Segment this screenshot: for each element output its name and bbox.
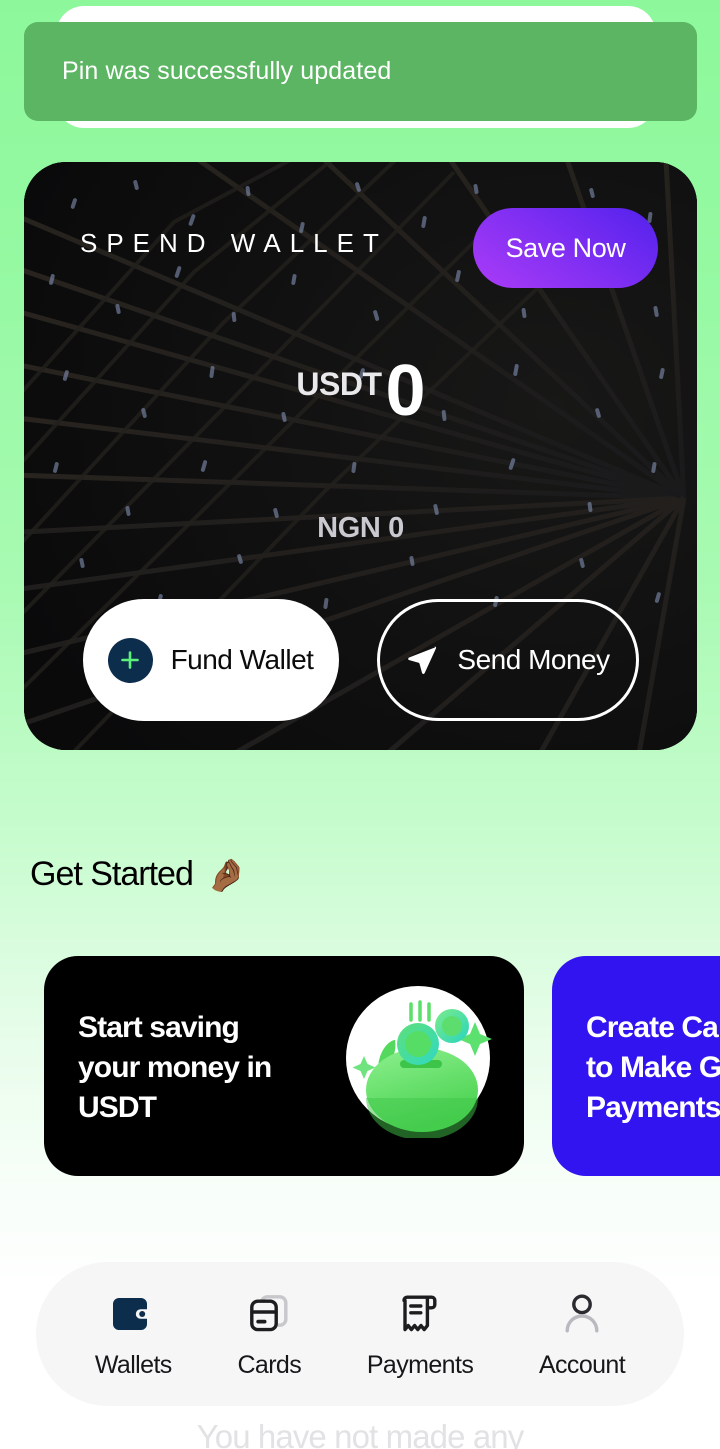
promo-carousel[interactable]: Start saving your money in USDT Create C…	[44, 956, 720, 1176]
toast-notification: Pin was successfully updated	[24, 22, 697, 121]
nav-label-payments: Payments	[366, 1351, 474, 1379]
ngn-balance: NGN 0	[317, 512, 404, 544]
wallet-icon	[109, 1288, 157, 1340]
pinched-fingers-icon: 🤌🏾	[206, 856, 247, 893]
promo-card-cards[interactable]: Create Cards to Make Global Payments	[552, 956, 720, 1176]
nav-item-account[interactable]: Account	[538, 1288, 626, 1380]
empty-state-text: You have not made any	[196, 1418, 525, 1449]
person-icon	[558, 1288, 606, 1340]
nav-item-cards[interactable]: Cards	[237, 1288, 302, 1380]
promo-card-savings[interactable]: Start saving your money in USDT	[44, 956, 524, 1176]
piggy-bank-icon	[338, 978, 498, 1140]
bottom-navigation: Wallets Cards Payments Account	[36, 1262, 684, 1406]
send-money-button[interactable]: Send Money	[376, 599, 639, 721]
plus-icon	[107, 637, 153, 683]
send-icon	[405, 643, 439, 677]
nav-label-wallets: Wallets	[94, 1351, 172, 1379]
nav-item-wallets[interactable]: Wallets	[95, 1288, 172, 1380]
nav-label-cards: Cards	[237, 1351, 302, 1379]
nav-label-account: Account	[538, 1351, 626, 1379]
usdt-balance-amount: 0	[385, 351, 426, 431]
cards-icon	[245, 1288, 293, 1340]
fund-wallet-button[interactable]: Fund Wallet	[82, 599, 339, 721]
promo-card-cards-title: Create Cards to Make Global Payments	[586, 1011, 720, 1124]
get-started-heading: Get Started 🤌🏾	[30, 855, 247, 894]
spend-wallet-card: SPEND WALLET Save Now USDT 0 NGN 0 Fund …	[24, 162, 697, 750]
save-now-button[interactable]: Save Now	[473, 208, 658, 288]
toast-message: Pin was successfully updated	[62, 57, 392, 85]
promo-card-savings-title: Start saving your money in USDT	[78, 1011, 272, 1124]
wallet-card-title: SPEND WALLET	[80, 228, 388, 258]
nav-item-payments[interactable]: Payments	[366, 1288, 474, 1380]
usdt-balance: USDT 0	[24, 351, 697, 431]
get-started-title: Get Started	[30, 855, 194, 893]
send-money-label: Send Money	[457, 644, 610, 675]
usdt-currency-label: USDT	[296, 366, 382, 402]
receipt-icon	[396, 1288, 444, 1340]
card-action-buttons: Fund Wallet Send Money	[24, 599, 697, 721]
fund-wallet-label: Fund Wallet	[170, 644, 314, 675]
